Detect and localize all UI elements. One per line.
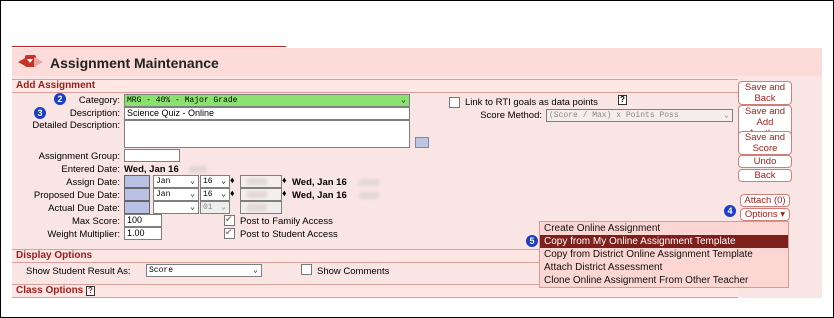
redacted-year — [247, 191, 267, 198]
diamond-arrow-icon: ♦ — [282, 175, 287, 185]
assign-date-text: Wed, Jan 16 — [292, 177, 347, 188]
due-date-text: Wed, Jan 16 — [292, 190, 347, 201]
show-comments-label: Show Comments — [317, 266, 390, 277]
save-and-back-button[interactable]: Save and Back — [738, 81, 792, 105]
due-day-select[interactable]: 16 ⌄ — [200, 188, 230, 201]
options-menu: Create Online Assignment Copy from My On… — [539, 221, 789, 288]
save-and-score-button[interactable]: Save and Score — [738, 131, 792, 155]
category-value: MRG - 40% - Major Grade — [127, 96, 238, 105]
redacted-year — [247, 178, 267, 185]
help-icon[interactable]: ? — [86, 286, 95, 296]
section-add-assignment: Add Assignment — [12, 79, 738, 93]
actual-month-select[interactable]: ⌄ — [153, 201, 199, 214]
menu-item-create-online-assignment[interactable]: Create Online Assignment — [540, 222, 788, 235]
entered-date-value: Wed, Jan 16 — [124, 164, 179, 175]
chevron-down-icon: ⌄ — [190, 190, 195, 199]
assign-day-select[interactable]: 16 ⌄ — [200, 175, 230, 188]
actual-day-select[interactable]: 01 ⌄ — [200, 201, 230, 214]
post-student-label: Post to Student Access — [240, 229, 338, 240]
back-button[interactable]: Back — [738, 169, 792, 182]
menu-item-copy-district-template[interactable]: Copy from District Online Assignment Tem… — [540, 248, 788, 261]
due-day-value: 16 — [203, 190, 213, 199]
top-divider — [12, 46, 286, 47]
assign-month-value: Jan — [156, 177, 171, 186]
description-input[interactable]: Science Quiz - Online — [124, 107, 410, 120]
show-result-label: Show Student Result As: — [26, 266, 131, 277]
score-method-value: (Score / Max) x Points Poss — [549, 111, 679, 120]
category-label: Category: — [78, 95, 120, 106]
score-method-label: Score Method: — [480, 110, 542, 121]
show-result-select[interactable]: Score ⌄ — [146, 264, 262, 277]
assignment-group-input[interactable] — [124, 149, 180, 162]
max-score-input[interactable]: 100 — [124, 214, 162, 227]
diamond-arrow-icon: ♦ — [282, 188, 287, 198]
chevron-down-icon: ⌄ — [724, 111, 729, 120]
due-year-input[interactable] — [240, 188, 282, 201]
due-date-picker-icon[interactable] — [124, 188, 150, 201]
next-arrow-icon[interactable] — [34, 57, 43, 67]
assign-date-label: Assign Date: — [66, 177, 120, 188]
menu-item-copy-my-template[interactable]: Copy from My Online Assignment Template — [540, 235, 788, 248]
entered-date-label: Entered Date: — [61, 164, 120, 175]
proposed-due-date-label: Proposed Due Date: — [33, 190, 120, 201]
menu-item-attach-district-assessment[interactable]: Attach District Assessment — [540, 261, 788, 274]
menu-item-clone-from-other-teacher[interactable]: Clone Online Assignment From Other Teach… — [540, 274, 788, 287]
title-bar: Assignment Maintenance — [12, 48, 822, 76]
max-score-label: Max Score: — [71, 216, 120, 227]
diamond-arrow-icon: ♦ — [230, 175, 235, 185]
redacted-year — [359, 179, 379, 186]
link-rti-checkbox[interactable] — [449, 97, 460, 108]
link-rti-label: Link to RTI goals as data points — [465, 97, 598, 108]
actual-day-value: 01 — [203, 203, 213, 212]
actual-date-picker-icon[interactable] — [124, 201, 150, 214]
chevron-down-icon: ⌄ — [221, 190, 226, 199]
score-method-select[interactable]: (Score / Max) x Points Poss ⌄ — [546, 109, 733, 122]
chevron-down-icon: ⌄ — [401, 96, 406, 105]
due-month-value: Jan — [156, 190, 171, 199]
step-badge-4: 4 — [724, 205, 736, 217]
chevron-down-icon: ⌄ — [190, 203, 195, 212]
detailed-description-textarea[interactable] — [124, 120, 410, 148]
chevron-down-icon: ⌄ — [221, 203, 226, 212]
show-comments-checkbox[interactable] — [301, 264, 312, 275]
description-label: Description: — [69, 108, 120, 119]
redacted-year — [189, 166, 207, 173]
post-family-label: Post to Family Access — [240, 216, 333, 227]
attach-button[interactable]: Attach (0) — [740, 194, 790, 207]
redacted-year — [247, 204, 267, 211]
help-icon[interactable]: ? — [618, 95, 627, 105]
actual-year-input[interactable] — [240, 201, 282, 214]
post-family-checkbox[interactable] — [224, 214, 235, 226]
assignment-group-label: Assignment Group: — [38, 151, 120, 162]
undo-button[interactable]: Undo — [738, 155, 792, 168]
actual-due-date-label: Actual Due Date: — [48, 203, 120, 214]
chevron-down-icon: ⌄ — [221, 177, 226, 186]
assign-day-value: 16 — [203, 177, 213, 186]
editor-icon[interactable] — [415, 137, 429, 148]
due-month-select[interactable]: Jan ⌄ — [153, 188, 199, 201]
assign-year-input[interactable] — [240, 175, 282, 188]
chevron-down-icon: ⌄ — [190, 177, 195, 186]
diamond-arrow-icon: ♦ — [230, 188, 235, 198]
page-title: Assignment Maintenance — [50, 55, 219, 71]
assign-date-picker-icon[interactable] — [124, 175, 150, 188]
detailed-description-label: Detailed Description: — [32, 120, 120, 131]
weight-multiplier-label: Weight Multiplier: — [47, 229, 120, 240]
show-result-value: Score — [149, 266, 174, 275]
post-student-checkbox[interactable] — [224, 227, 235, 239]
redacted-year — [359, 192, 379, 199]
category-select[interactable]: MRG - 40% - Major Grade ⌄ — [124, 94, 410, 107]
options-button[interactable]: Options ▾ — [740, 208, 790, 221]
chevron-down-icon: ⌄ — [253, 266, 258, 275]
assign-month-select[interactable]: Jan ⌄ — [153, 175, 199, 188]
class-options-label: Class Options — [16, 285, 84, 296]
step-badge-5: 5 — [526, 235, 538, 247]
weight-multiplier-input[interactable]: 1.00 — [124, 227, 162, 240]
